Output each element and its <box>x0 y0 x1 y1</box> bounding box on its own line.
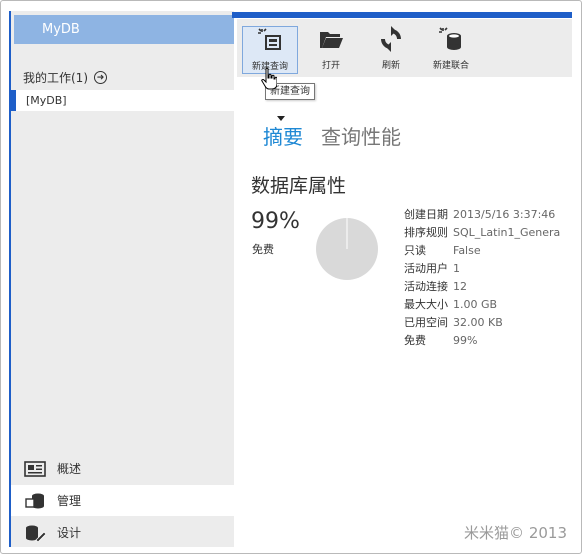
property-value: 1.00 GB <box>453 298 498 311</box>
toolbar: 新建查询 打开 刷新 新建联合 <box>237 19 572 77</box>
selected-caret-icon <box>277 116 285 121</box>
new-union-label: 新建联合 <box>432 61 469 71</box>
property-key: 排序规则 <box>404 226 448 239</box>
property-row: 已用空间 32.00 KB <box>404 314 573 332</box>
tab-summary-label: 摘要 <box>263 125 303 149</box>
tab-query-performance[interactable]: 查询性能 <box>321 121 401 150</box>
section-title: 数据库属性 <box>251 175 347 197</box>
folder-open-icon <box>320 32 343 48</box>
property-key: 创建日期 <box>404 208 448 221</box>
property-value: 2013/5/16 3:37:46 <box>453 208 556 221</box>
property-row: 创建日期 2013/5/16 3:37:46 <box>404 206 573 224</box>
properties-list: 创建日期 2013/5/16 3:37:46 排序规则 SQL_Latin1_Gene… <box>404 206 573 350</box>
sidebar: MyDB 我的工作(1) ➜ [MyDB] 概述 管理 设计 <box>11 11 234 547</box>
manage-icon <box>25 493 44 508</box>
property-key: 免费 <box>404 334 426 347</box>
property-key: 只读 <box>404 244 426 257</box>
refresh-label: 刷新 <box>381 61 400 71</box>
open-label: 打开 <box>321 61 340 71</box>
hand-cursor-icon <box>261 67 277 90</box>
overview-icon <box>24 460 46 477</box>
tab-summary[interactable]: 摘要 <box>263 116 303 150</box>
window-frame: MyDB 我的工作(1) ➜ [MyDB] 概述 管理 设计 新建查询 打开 刷… <box>0 0 582 554</box>
property-value: 12 <box>453 280 467 293</box>
sidebar-nav-manage-label: 管理 <box>57 494 82 508</box>
free-percent: 99% <box>251 209 300 234</box>
new-query-icon <box>258 28 281 50</box>
database-header[interactable]: MyDB <box>14 15 234 44</box>
property-key: 活动用户 <box>404 262 448 275</box>
refresh-icon <box>381 26 401 52</box>
arrow-right-icon[interactable]: ➜ <box>94 71 107 84</box>
my-work-title[interactable]: 我的工作(1) ➜ <box>23 69 107 86</box>
sidebar-nav-overview[interactable]: 概述 <box>11 453 234 484</box>
property-row: 免费 99% <box>404 332 573 350</box>
view-tabs: 摘要 查询性能 <box>263 116 401 150</box>
property-key: 最大大小 <box>404 298 448 311</box>
sidebar-nav-design-label: 设计 <box>57 526 82 540</box>
top-accent-bar <box>232 12 572 18</box>
refresh-button[interactable]: 刷新 <box>363 26 419 74</box>
usage-pie-chart <box>316 218 378 280</box>
new-union-button[interactable]: 新建联合 <box>423 26 479 74</box>
property-value: 99% <box>453 334 478 347</box>
property-row: 活动用户 1 <box>404 260 573 278</box>
property-value: 1 <box>453 262 460 275</box>
property-key: 已用空间 <box>404 316 448 329</box>
new-union-icon <box>439 27 461 50</box>
property-row: 活动连接 12 <box>404 278 573 296</box>
open-button[interactable]: 打开 <box>303 26 359 74</box>
property-key: 活动连接 <box>404 280 448 293</box>
design-icon <box>26 525 46 542</box>
property-value: SQL_Latin1_Genera <box>453 226 561 239</box>
copyright-watermark: 米米猫© 2013 <box>464 524 567 542</box>
property-row: 排序规则 SQL_Latin1_Genera <box>404 224 573 242</box>
sidebar-item-mydb[interactable]: [MyDB] <box>11 90 234 111</box>
property-row: 只读 False <box>404 242 573 260</box>
property-value: False <box>453 244 481 257</box>
property-value: 32.00 KB <box>453 316 503 329</box>
property-row: 最大大小 1.00 GB <box>404 296 573 314</box>
my-work-label: 我的工作(1) <box>23 71 88 85</box>
free-label: 免费 <box>252 243 274 256</box>
sidebar-nav-manage[interactable]: 管理 <box>11 485 234 516</box>
sidebar-nav-design[interactable]: 设计 <box>11 517 234 548</box>
sidebar-nav-overview-label: 概述 <box>57 462 82 476</box>
